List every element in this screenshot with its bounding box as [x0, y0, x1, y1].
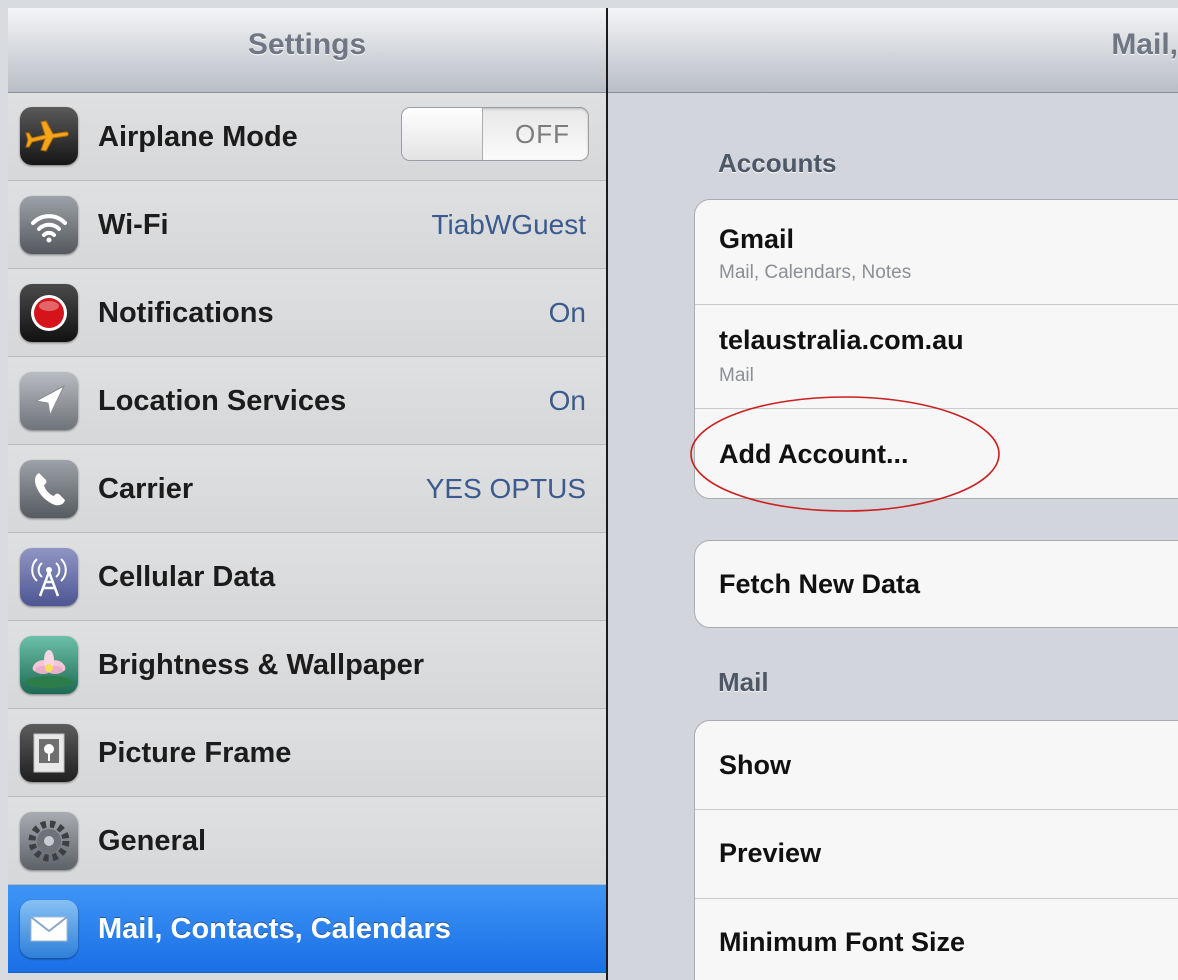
account-detail: Mail, Calendars, Notes	[719, 262, 912, 283]
sidebar-item-carrier[interactable]: Carrier YES OPTUS	[8, 445, 606, 533]
accounts-section-header: Accounts	[718, 148, 837, 178]
sidebar-item-wifi[interactable]: Wi-Fi TiabWGuest	[8, 181, 606, 269]
sidebar-title: Settings	[247, 28, 367, 61]
gear-icon	[20, 812, 78, 870]
sidebar-item-picture-frame[interactable]: Picture Frame	[8, 709, 606, 797]
ipad-screen: Settings Airplane Mode OFF Wi-Fi TiabWGu…	[0, 0, 1178, 980]
mail-settings-pane: Mail, Accounts Gmail Mail, Calendars, No…	[608, 8, 1178, 980]
account-row-gmail[interactable]: Gmail Mail, Calendars, Notes	[695, 200, 1178, 305]
mail-group: Show Preview Minimum Font Size	[694, 720, 1178, 980]
sidebar-item-value: TiabWGuest	[431, 209, 586, 240]
sidebar-item-location-services[interactable]: Location Services On	[8, 357, 606, 445]
antenna-icon	[20, 548, 78, 606]
sidebar-item-value: YES OPTUS	[425, 473, 586, 504]
sidebar-nav-bar: Settings	[8, 8, 606, 93]
fetch-new-data-label: Fetch New Data	[719, 569, 921, 599]
sidebar-item-cellular-data[interactable]: Cellular Data	[8, 533, 606, 621]
airplane-icon	[20, 107, 78, 165]
sidebar-item-label: Mail, Contacts, Calendars	[98, 913, 451, 945]
add-account-button[interactable]: Add Account...	[719, 439, 909, 470]
sidebar-item-label: General	[98, 825, 206, 857]
notifications-icon	[20, 284, 78, 342]
show-row[interactable]: Show	[695, 721, 1178, 810]
sidebar-item-label: Cellular Data	[98, 561, 276, 593]
fetch-group: Fetch New Data	[694, 540, 1178, 628]
settings-sidebar: Settings Airplane Mode OFF Wi-Fi TiabWGu…	[8, 8, 606, 980]
account-name: Gmail	[719, 224, 795, 254]
minimum-font-size-row[interactable]: Minimum Font Size	[695, 899, 1178, 980]
sidebar-item-label: Picture Frame	[98, 737, 292, 769]
phone-icon	[20, 460, 78, 518]
location-arrow-icon	[20, 372, 78, 430]
mail-icon	[20, 900, 78, 958]
accounts-group: Gmail Mail, Calendars, Notes telaustrali…	[694, 199, 1178, 499]
sidebar-item-general[interactable]: General	[8, 797, 606, 885]
sidebar-item-value: On	[548, 297, 586, 328]
wifi-icon	[20, 196, 78, 254]
mail-section-header: Mail	[718, 667, 769, 697]
sidebar-item-value: On	[548, 385, 586, 416]
detail-nav-bar: Mail,	[608, 8, 1178, 93]
flower-icon	[20, 636, 78, 694]
detail-title: Mail,	[1111, 28, 1178, 61]
account-row-telaustralia[interactable]: telaustralia.com.au Mail	[695, 305, 1178, 409]
add-account-row[interactable]: Add Account...	[695, 409, 1178, 498]
toggle-state-label: OFF	[515, 119, 570, 149]
airplane-mode-toggle[interactable]: OFF	[401, 107, 589, 161]
sidebar-item-brightness-wallpaper[interactable]: Brightness & Wallpaper	[8, 621, 606, 709]
picture-frame-icon	[20, 724, 78, 782]
account-name: telaustralia.com.au	[719, 325, 964, 355]
sidebar-item-label: Carrier	[98, 473, 194, 505]
sidebar-item-label: Airplane Mode	[98, 121, 298, 153]
sidebar-item-label: Notifications	[98, 297, 274, 329]
preview-label: Preview	[719, 838, 822, 868]
sidebar-item-notifications[interactable]: Notifications On	[8, 269, 606, 357]
preview-row[interactable]: Preview	[695, 810, 1178, 899]
sidebar-item-label: Brightness & Wallpaper	[98, 649, 425, 681]
account-detail: Mail	[719, 365, 754, 386]
minimum-font-size-label: Minimum Font Size	[719, 927, 965, 957]
sidebar-item-label: Wi-Fi	[98, 209, 169, 241]
sidebar-item-mail-contacts-calendars[interactable]: Mail, Contacts, Calendars	[8, 885, 606, 973]
toggle-knob[interactable]	[402, 108, 483, 160]
sidebar-item-label: Location Services	[98, 385, 347, 417]
show-label: Show	[719, 750, 791, 780]
fetch-new-data-row[interactable]: Fetch New Data	[695, 541, 1178, 627]
